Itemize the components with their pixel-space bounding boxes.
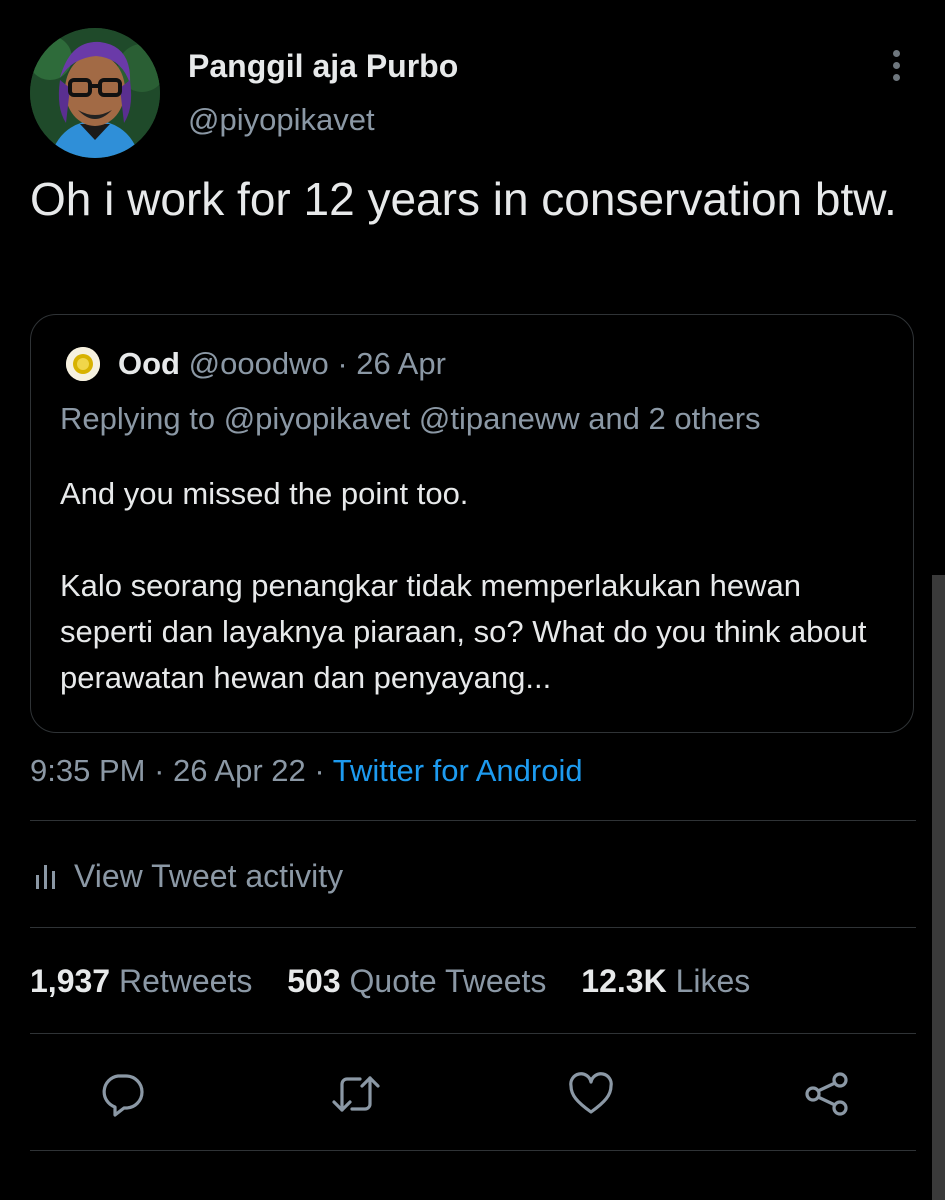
likes-stat[interactable]: 12.3K Likes [581, 963, 750, 999]
reply-icon [102, 1074, 144, 1117]
tweet-timestamp: 9:35 PM · 26 Apr 22 · Twitter for Androi… [30, 750, 583, 792]
retweet-icon [332, 1076, 380, 1112]
quoted-author-name[interactable]: Ood [118, 346, 180, 381]
like-button[interactable] [567, 1070, 615, 1118]
quoted-separator: · [337, 346, 348, 381]
timestamp-separator-1: · [154, 753, 165, 788]
quote-tweets-stat[interactable]: 503 Quote Tweets [287, 963, 546, 999]
timestamp-separator-2: · [314, 753, 325, 788]
tweet-client-link[interactable]: Twitter for Android [333, 753, 583, 788]
engagement-stats: 1,937 Retweets 503 Quote Tweets 12.3K Li… [30, 960, 776, 1002]
quote-tweets-count: 503 [287, 963, 341, 999]
divider [30, 927, 916, 928]
retweets-count: 1,937 [30, 963, 111, 999]
quoted-author-avatar[interactable] [66, 347, 100, 381]
quoted-tweet-body: And you missed the point too. Kalo seora… [60, 471, 890, 701]
tweet-date: 26 Apr 22 [173, 753, 306, 788]
tweet-text: Oh i work for 12 years in conservation b… [30, 173, 897, 225]
view-tweet-activity-label: View Tweet activity [74, 858, 344, 894]
likes-label: Likes [675, 963, 751, 999]
author-handle[interactable]: @piyopikavet [188, 102, 375, 138]
heart-icon [569, 1072, 613, 1114]
quoted-author-handle[interactable]: @ooodwo [189, 346, 329, 381]
likes-count: 12.3K [581, 963, 667, 999]
divider [30, 1033, 916, 1034]
divider [30, 1150, 916, 1151]
quoted-paragraph-1: And you missed the point too. [60, 476, 469, 511]
quoted-tweet-header: Ood @ooodwo · 26 Apr [118, 344, 446, 384]
share-button[interactable] [803, 1070, 851, 1118]
quoted-avatar-image [66, 347, 100, 381]
quote-tweets-label: Quote Tweets [349, 963, 547, 999]
retweets-stat[interactable]: 1,937 Retweets [30, 963, 252, 999]
retweets-label: Retweets [118, 963, 253, 999]
author-avatar[interactable] [30, 28, 160, 158]
scrollbar[interactable] [932, 575, 945, 1200]
author-name[interactable]: Panggil aja Purbo [188, 48, 458, 85]
reply-button[interactable] [98, 1070, 146, 1118]
quoted-paragraph-2: Kalo seorang penangkar tidak memperlakuk… [60, 568, 867, 695]
bar-chart-icon [36, 865, 55, 889]
view-tweet-activity-button[interactable]: View Tweet activity [34, 855, 343, 897]
avatar-image [30, 28, 160, 158]
share-icon [805, 1072, 848, 1116]
retweet-button[interactable] [330, 1070, 380, 1118]
divider [30, 820, 916, 821]
more-options-icon[interactable] [884, 50, 908, 86]
quoted-date: 26 Apr [356, 346, 446, 381]
tweet-time: 9:35 PM [30, 753, 146, 788]
quoted-replying-to: Replying to @piyopikavet @tipaneww and 2… [60, 401, 761, 436]
